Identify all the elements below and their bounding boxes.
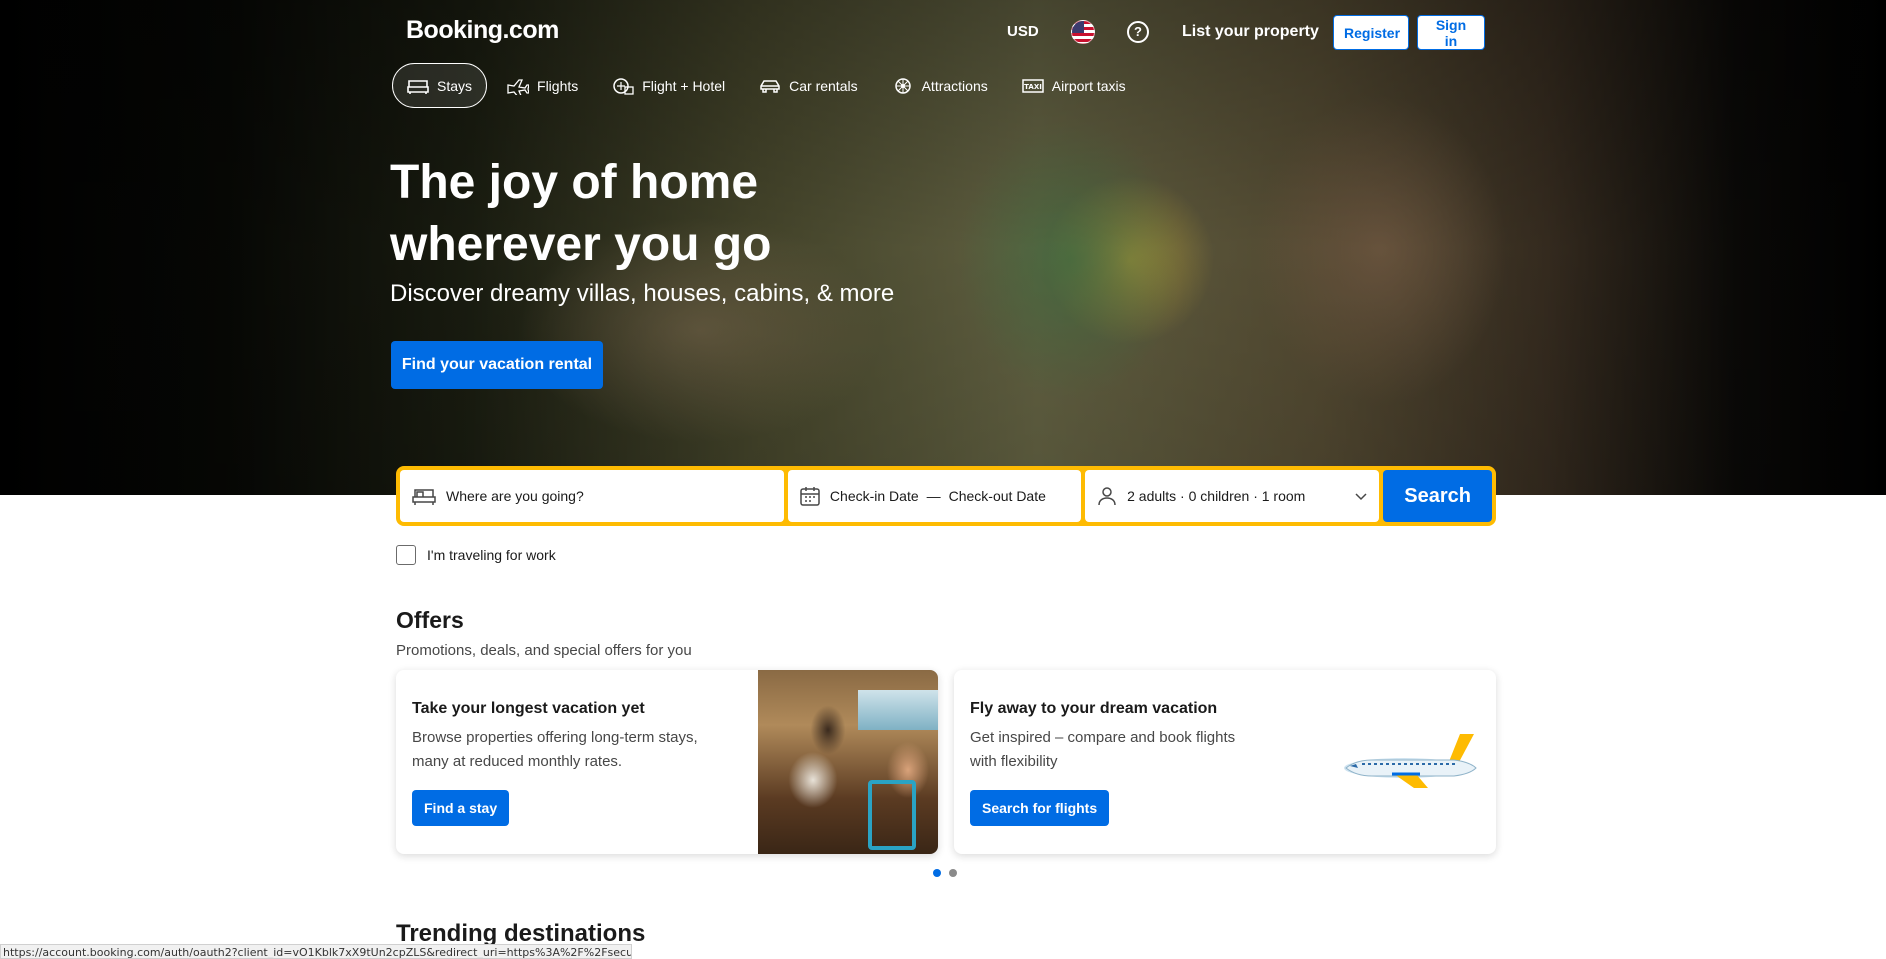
checkin-date[interactable]: Check-in Date	[830, 488, 919, 504]
svg-text:TAXI: TAXI	[1024, 83, 1042, 91]
offer-image-chair	[868, 780, 916, 850]
nav-label: Flights	[537, 77, 579, 94]
nav-car-rentals[interactable]: Car rentals	[745, 63, 871, 108]
nav-flights[interactable]: Flights	[493, 63, 592, 108]
hero-title-line: The joy of home	[390, 156, 759, 209]
checkout-date[interactable]: Check-out Date	[949, 488, 1046, 504]
nav-stays[interactable]: Stays	[392, 63, 488, 108]
offer-card-title: Take your longest vacation yet	[412, 700, 645, 717]
work-travel-toggle[interactable]: I'm traveling for work	[396, 545, 556, 565]
hero-subtitle: Discover dreamy villas, houses, cabins, …	[390, 280, 895, 307]
search-bar: Where are you going? Check-in Date — Che…	[396, 466, 1496, 526]
calendar-icon	[800, 486, 820, 506]
taxi-icon: TAXI	[1021, 78, 1044, 93]
find-vacation-rental-button[interactable]: Find your vacation rental	[391, 341, 603, 389]
chevron-down-icon	[1355, 488, 1367, 504]
offer-card-text: Get inspired – compare and book flights …	[970, 729, 1236, 770]
date-field[interactable]: Check-in Date — Check-out Date	[787, 470, 1082, 522]
register-button[interactable]: Register	[1333, 15, 1409, 50]
offers-heading: Offers	[396, 607, 464, 633]
offer-image-window	[858, 690, 938, 730]
currency-selector[interactable]: USD	[1007, 23, 1039, 40]
flight-hotel-icon	[613, 77, 634, 95]
carousel-dot-active[interactable]	[933, 869, 941, 877]
list-property-link[interactable]: List your property	[1182, 23, 1319, 41]
nav-label: Flight + Hotel	[642, 77, 726, 94]
destination-field[interactable]: Where are you going?	[400, 470, 784, 522]
hero-title: The joy of home wherever you go	[390, 152, 950, 276]
work-travel-checkbox[interactable]	[396, 545, 416, 565]
person-icon	[1097, 486, 1117, 506]
car-icon	[760, 79, 780, 93]
status-bar-url: https://account.booking.com/auth/oauth2?…	[0, 944, 632, 959]
airplane-illustration	[1344, 734, 1477, 788]
nav-label: Car rentals	[789, 77, 858, 94]
attractions-icon	[894, 77, 911, 94]
carousel-dots	[933, 869, 957, 877]
guests-summary: 2 adults · 0 children · 1 room	[1127, 488, 1306, 504]
sign-in-button[interactable]: Sign in	[1417, 15, 1485, 50]
help-icon[interactable]: ?	[1127, 21, 1149, 43]
offers-subheading: Promotions, deals, and special offers fo…	[396, 642, 692, 659]
logo[interactable]: Booking.com	[406, 16, 559, 45]
work-travel-label: I'm traveling for work	[427, 547, 556, 563]
hero-banner: Booking.com USD ? List your property Reg…	[0, 0, 1886, 495]
bed-icon	[412, 486, 436, 506]
find-a-stay-button[interactable]: Find a stay	[412, 790, 510, 826]
search-button[interactable]: Search	[1383, 470, 1492, 522]
product-nav: Stays Flights Flight + Hotel Car rentals…	[392, 63, 1146, 108]
nav-label: Attractions	[921, 77, 988, 94]
carousel-dot[interactable]	[949, 869, 957, 877]
bed-icon	[407, 79, 429, 94]
nav-airport-taxis[interactable]: TAXI Airport taxis	[1008, 63, 1140, 108]
plane-icon	[507, 78, 530, 95]
hero-title-line: wherever you go	[390, 218, 772, 271]
offer-card-text: Browse properties offering long-term sta…	[412, 729, 698, 770]
offer-card-image	[758, 670, 938, 854]
guests-field[interactable]: 2 adults · 0 children · 1 room	[1085, 470, 1380, 522]
offer-card-title: Fly away to your dream vacation	[970, 700, 1218, 717]
offer-card: Fly away to your dream vacation Get insp…	[954, 670, 1496, 854]
offer-card: Take your longest vacation yet Browse pr…	[396, 670, 938, 854]
us-flag-icon[interactable]	[1071, 20, 1095, 44]
nav-attractions[interactable]: Attractions	[878, 63, 1002, 108]
nav-flight-hotel[interactable]: Flight + Hotel	[598, 63, 739, 108]
destination-placeholder: Where are you going?	[446, 488, 584, 504]
nav-label: Airport taxis	[1051, 77, 1126, 94]
nav-label: Stays	[437, 77, 473, 94]
search-for-flights-button[interactable]: Search for flights	[970, 790, 1110, 826]
date-separator: —	[926, 488, 941, 504]
